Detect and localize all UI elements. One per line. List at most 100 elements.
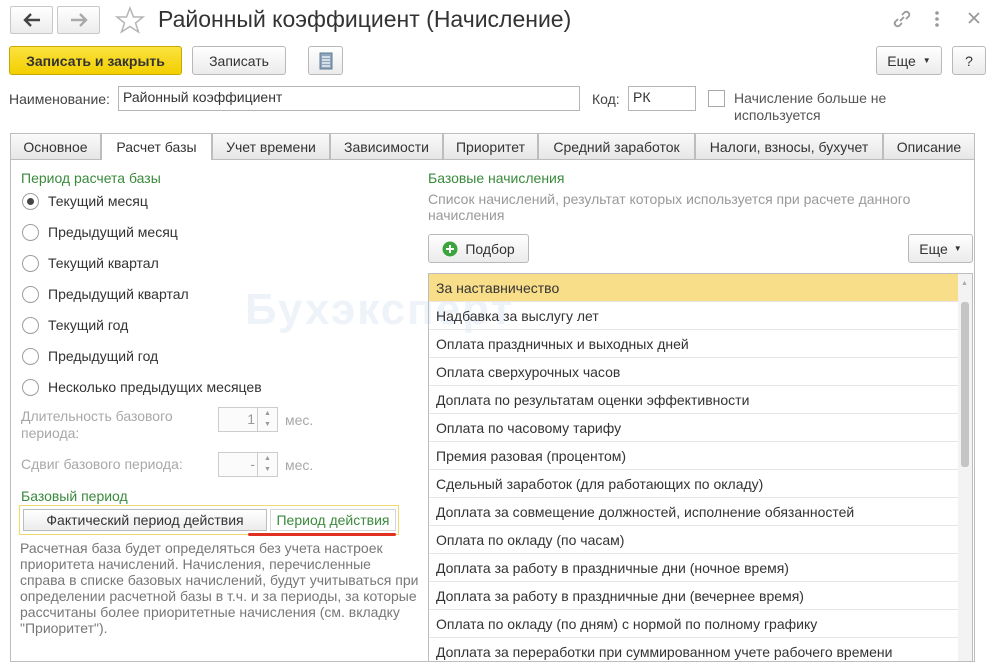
- help-button[interactable]: ?: [952, 46, 986, 75]
- save-and-close-button[interactable]: Записать и закрыть: [9, 46, 182, 75]
- base-accruals-list: За наставничество Надбавка за выслугу лет…: [428, 273, 973, 662]
- pick-button-label: Подбор: [465, 240, 515, 257]
- dropdown-arrow-icon: ▼: [922, 56, 931, 65]
- forward-button[interactable]: [57, 6, 100, 34]
- action-period-option[interactable]: Период действия: [270, 509, 396, 531]
- more-button-label: Еще: [887, 52, 916, 69]
- window-title: Районный коэффициент (Начисление): [158, 6, 572, 32]
- shift-label: Сдвиг базового периода:: [21, 456, 183, 472]
- name-field[interactable]: Районный коэффициент: [118, 86, 580, 111]
- duration-label-line2: периода:: [21, 425, 80, 441]
- base-kind-heading: Базовый период: [21, 488, 128, 504]
- radio-button[interactable]: [22, 254, 39, 272]
- more-menu-icon[interactable]: [934, 9, 940, 32]
- document-list-icon: [319, 52, 332, 69]
- red-underline: [248, 533, 396, 536]
- radio-button[interactable]: [22, 347, 39, 365]
- radio-label: Предыдущий год: [48, 348, 159, 364]
- radio-label: Предыдущий квартал: [48, 286, 189, 302]
- radio-button[interactable]: [22, 285, 39, 303]
- list-item[interactable]: Доплата по результатам оценки эффективно…: [429, 386, 959, 414]
- tab-description[interactable]: Описание: [883, 133, 975, 159]
- list-item[interactable]: За наставничество: [429, 274, 959, 302]
- tab-taxes[interactable]: Налоги, взносы, бухучет: [695, 133, 883, 159]
- stepper-up-icon[interactable]: ▲: [258, 453, 277, 464]
- duration-value: 1: [247, 411, 255, 427]
- radio-label: Предыдущий месяц: [48, 224, 178, 240]
- stepper-down-icon[interactable]: ▼: [258, 419, 277, 430]
- list-item[interactable]: Доплата за работу в праздничные дни (веч…: [429, 582, 959, 610]
- scrollbar-thumb[interactable]: [961, 302, 969, 467]
- back-button[interactable]: [10, 6, 53, 34]
- radio-current-month[interactable]: Текущий месяц: [22, 190, 148, 212]
- save-button[interactable]: Записать: [192, 46, 286, 75]
- actual-period-option[interactable]: Фактический период действия: [23, 509, 267, 531]
- tab-main[interactable]: Основное: [10, 133, 101, 159]
- radio-button[interactable]: [22, 192, 39, 210]
- tab-base-calculation[interactable]: Расчет базы: [101, 133, 212, 160]
- list-item[interactable]: Оплата по окладу (по часам): [429, 526, 959, 554]
- base-period-heading: Период расчета базы: [21, 170, 161, 186]
- radio-button[interactable]: [22, 223, 39, 241]
- report-button[interactable]: [308, 46, 343, 75]
- duration-stepper[interactable]: 1 ▲ ▼: [218, 407, 278, 432]
- base-kind-description: Расчетная база будет определяться без уч…: [20, 540, 419, 636]
- tab-time-tracking[interactable]: Учет времени: [212, 133, 330, 159]
- shift-unit: мес.: [285, 457, 314, 473]
- radio-button[interactable]: [22, 316, 39, 334]
- list-item[interactable]: Оплата по часовому тарифу: [429, 414, 959, 442]
- list-more-label: Еще: [919, 240, 948, 257]
- scroll-up-icon[interactable]: ▲: [961, 280, 968, 287]
- pick-button[interactable]: Подбор: [428, 234, 529, 263]
- radio-label: Текущий квартал: [48, 255, 159, 271]
- base-accruals-subtitle: Список начислений, результат которых исп…: [428, 191, 911, 223]
- stepper-arrows[interactable]: ▲ ▼: [257, 408, 277, 431]
- list-more-button[interactable]: Еще ▼: [908, 234, 973, 263]
- radio-previous-quarter[interactable]: Предыдущий квартал: [22, 283, 189, 305]
- radio-label: Текущий год: [48, 317, 129, 333]
- duration-unit: мес.: [285, 412, 314, 428]
- list-item[interactable]: Сдельный заработок (для работающих по ок…: [429, 470, 959, 498]
- list-item[interactable]: Оплата по окладу (по дням) с нормой по п…: [429, 610, 959, 638]
- radio-label: Текущий месяц: [48, 193, 148, 209]
- radio-label: Несколько предыдущих месяцев: [48, 379, 262, 395]
- radio-previous-month[interactable]: Предыдущий месяц: [22, 221, 178, 243]
- tab-dependencies[interactable]: Зависимости: [330, 133, 443, 159]
- stepper-up-icon[interactable]: ▲: [258, 408, 277, 419]
- unused-label-line1: Начисление больше не: [734, 90, 887, 106]
- list-item[interactable]: Доплата за работу в праздничные дни (ноч…: [429, 554, 959, 582]
- radio-current-year[interactable]: Текущий год: [22, 314, 128, 336]
- list-item[interactable]: Премия разовая (процентом): [429, 442, 959, 470]
- dropdown-arrow-icon: ▼: [953, 244, 962, 253]
- unused-checkbox[interactable]: [708, 90, 725, 107]
- list-item[interactable]: Доплата за совмещение должностей, исполн…: [429, 498, 959, 526]
- code-label: Код:: [592, 91, 620, 107]
- stepper-arrows[interactable]: ▲ ▼: [257, 453, 277, 476]
- duration-label: Длительность базового периода:: [21, 408, 173, 442]
- stepper-down-icon[interactable]: ▼: [258, 464, 277, 475]
- list-item[interactable]: Надбавка за выслугу лет: [429, 302, 959, 330]
- radio-several-months[interactable]: Несколько предыдущих месяцев: [22, 376, 262, 398]
- base-accruals-heading: Базовые начисления: [428, 170, 565, 186]
- scrollbar[interactable]: ▲: [958, 274, 972, 661]
- radio-current-quarter[interactable]: Текущий квартал: [22, 252, 159, 274]
- arrow-right-icon: [70, 13, 88, 27]
- more-button[interactable]: Еще ▼: [876, 46, 942, 75]
- tab-bar: Основное Расчет базы Учет времени Зависи…: [10, 133, 975, 160]
- shift-stepper[interactable]: - ▲ ▼: [218, 452, 278, 477]
- list-item[interactable]: Доплата за переработки при суммированном…: [429, 638, 959, 661]
- radio-button[interactable]: [22, 378, 39, 396]
- shift-value: -: [250, 456, 255, 472]
- tab-priority[interactable]: Приоритет: [443, 133, 538, 159]
- close-icon[interactable]: [967, 11, 981, 28]
- code-field[interactable]: РК: [628, 86, 696, 111]
- unused-label: Начисление больше не используется: [734, 90, 886, 124]
- favorite-star-icon[interactable]: [114, 5, 146, 37]
- radio-previous-year[interactable]: Предыдущий год: [22, 345, 158, 367]
- list-item[interactable]: Оплата сверхурочных часов: [429, 358, 959, 386]
- unused-label-line2: используется: [734, 107, 821, 123]
- link-icon[interactable]: [891, 8, 913, 33]
- list-item[interactable]: Оплата праздничных и выходных дней: [429, 330, 959, 358]
- base-kind-switch: Фактический период действия Период дейст…: [19, 505, 399, 535]
- tab-average-earnings[interactable]: Средний заработок: [538, 133, 695, 159]
